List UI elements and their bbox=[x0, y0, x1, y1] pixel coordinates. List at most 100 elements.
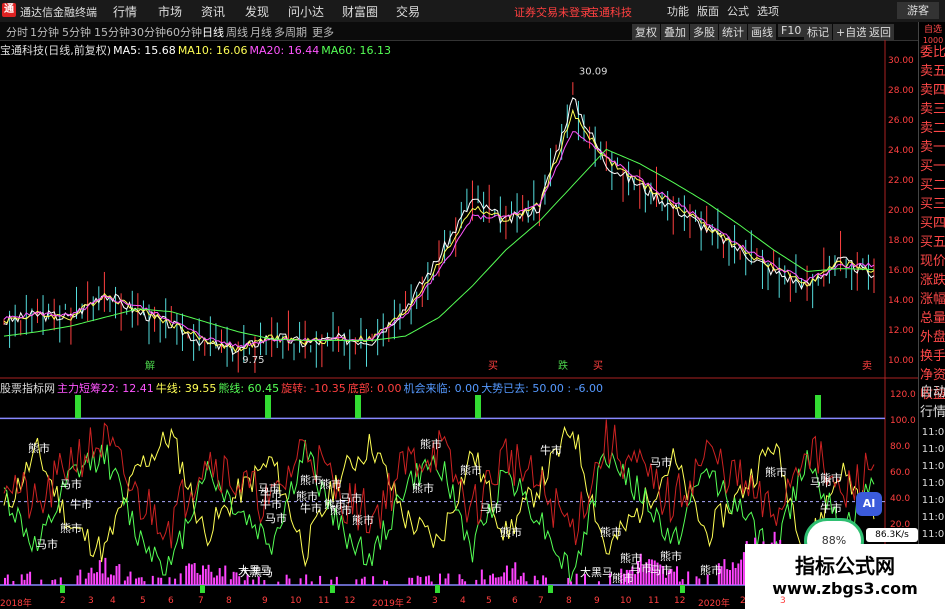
regime-label: 牛市 bbox=[260, 498, 282, 511]
sidebar-item-0[interactable]: 委比 bbox=[920, 44, 945, 61]
green-spike bbox=[355, 395, 361, 419]
sidebar-item-3[interactable]: 卖三 bbox=[920, 101, 945, 118]
regime-label: 熊市 bbox=[352, 514, 374, 527]
x-axis-label: 12 bbox=[344, 596, 356, 606]
main-y-label: 28.00 bbox=[888, 86, 914, 96]
right-menu-3[interactable]: 选项 bbox=[757, 3, 779, 19]
sidebar-time-0: 11:0 bbox=[921, 427, 945, 438]
green-bottom-spike bbox=[435, 585, 440, 593]
tool-button-2[interactable]: 多股 bbox=[690, 24, 718, 40]
sidebar-item-2[interactable]: 卖四 bbox=[920, 82, 945, 99]
main-force-bar bbox=[489, 575, 492, 585]
period-tab-5[interactable]: 60分钟 bbox=[166, 24, 202, 40]
x-axis-label: 11 bbox=[648, 596, 660, 606]
menu-item-0[interactable]: 行情 bbox=[113, 3, 137, 20]
period-tab-7[interactable]: 周线 bbox=[226, 24, 248, 40]
tool-button-7[interactable]: +自选 bbox=[833, 24, 871, 40]
sidebar-item-14[interactable]: 总量 bbox=[920, 310, 945, 327]
tool-button-8[interactable]: 返回 bbox=[866, 24, 894, 40]
period-tab-4[interactable]: 30分钟 bbox=[130, 24, 166, 40]
main-force-bar bbox=[737, 563, 740, 585]
right-menu-2[interactable]: 公式 bbox=[727, 3, 749, 19]
menu-item-1[interactable]: 市场 bbox=[158, 3, 182, 20]
tool-button-3[interactable]: 统计 bbox=[719, 24, 747, 40]
period-tab-1[interactable]: 1分钟 bbox=[30, 24, 59, 40]
period-tab-0[interactable]: 分时 bbox=[6, 24, 28, 40]
regime-label: 熊市 bbox=[460, 464, 482, 477]
main-force-bar bbox=[503, 572, 506, 585]
period-tab-3[interactable]: 15分钟 bbox=[94, 24, 130, 40]
period-tab-2[interactable]: 5分钟 bbox=[62, 24, 91, 40]
regime-label: 大黑马 bbox=[580, 566, 613, 579]
main-y-label: 12.00 bbox=[888, 326, 914, 336]
main-force-bar bbox=[199, 574, 202, 585]
signal-marker: 买 bbox=[593, 360, 603, 372]
tool-button-0[interactable]: 复权 bbox=[632, 24, 660, 40]
period-tab-6[interactable]: 日线 bbox=[202, 24, 224, 40]
green-bottom-spike bbox=[680, 585, 685, 593]
main-force-bar bbox=[285, 574, 288, 585]
main-force-bar bbox=[135, 578, 138, 585]
menu-item-6[interactable]: 交易 bbox=[396, 3, 420, 20]
regime-label: 熊市 bbox=[500, 526, 522, 539]
main-force-bar bbox=[288, 578, 291, 585]
sidebar-item-11[interactable]: 现价 bbox=[920, 253, 945, 270]
main-force-bar bbox=[118, 564, 121, 585]
main-force-bar bbox=[112, 575, 115, 585]
sidebar-item-1[interactable]: 卖五 bbox=[920, 63, 945, 80]
ai-assistant-button[interactable]: AI bbox=[856, 492, 882, 516]
sidebar-item-12[interactable]: 涨跌 bbox=[920, 272, 945, 289]
right-menu-1[interactable]: 版面 bbox=[697, 3, 719, 19]
main-force-bar bbox=[213, 577, 216, 585]
sidebar-item-16[interactable]: 换手 bbox=[920, 348, 945, 365]
sidebar-item-15[interactable]: 外盘 bbox=[920, 329, 945, 346]
sidebar-item-9[interactable]: 买四 bbox=[920, 215, 945, 232]
tool-button-6[interactable]: 标记 bbox=[804, 24, 832, 40]
menu-item-3[interactable]: 发现 bbox=[245, 3, 269, 20]
sidebar-item-13[interactable]: 涨幅 bbox=[920, 291, 945, 308]
main-force-bar bbox=[277, 581, 280, 585]
main-force-bar bbox=[494, 577, 497, 585]
watermark: 指标公式网 www.zbgs3.com bbox=[745, 544, 945, 609]
stock-name-alert[interactable]: 宝通科技 bbox=[588, 4, 632, 20]
x-axis-label: 2 bbox=[60, 596, 66, 606]
tool-button-4[interactable]: 画线 bbox=[748, 24, 776, 40]
sidebar-item-5[interactable]: 卖一 bbox=[920, 139, 945, 156]
main-force-bar bbox=[90, 567, 93, 585]
tool-button-1[interactable]: 叠加 bbox=[661, 24, 689, 40]
sidebar-item-4[interactable]: 卖二 bbox=[920, 120, 945, 137]
tool-button-5[interactable]: F10 bbox=[778, 24, 805, 37]
period-tab-9[interactable]: 多周期 bbox=[274, 24, 307, 40]
main-force-bar bbox=[84, 578, 87, 585]
sidebar-item-19[interactable]: 自动 bbox=[920, 384, 945, 401]
main-force-bar bbox=[252, 579, 255, 585]
main-force-bar bbox=[514, 562, 517, 585]
main-force-bar bbox=[335, 576, 338, 585]
main-force-bar bbox=[536, 580, 539, 585]
main-force-bar bbox=[425, 576, 428, 585]
x-axis-label: 11 bbox=[318, 596, 330, 606]
period-tab-8[interactable]: 月线 bbox=[250, 24, 272, 40]
main-force-bar bbox=[386, 580, 389, 585]
menu-item-4[interactable]: 问小达 bbox=[288, 3, 324, 20]
app-title: 通达信金融终端 bbox=[20, 6, 97, 19]
sidebar-item-7[interactable]: 买二 bbox=[920, 177, 945, 194]
sidebar-item-10[interactable]: 买五 bbox=[920, 234, 945, 251]
sidebar-item-6[interactable]: 买一 bbox=[920, 158, 945, 175]
sidebar-item-8[interactable]: 买三 bbox=[920, 196, 945, 213]
main-force-bar bbox=[196, 572, 199, 585]
guest-button[interactable]: 游客 bbox=[897, 2, 939, 19]
main-y-label: 30.00 bbox=[888, 56, 914, 66]
main-force-bar bbox=[597, 581, 600, 585]
sidebar-time-4: 11:0 bbox=[921, 495, 945, 506]
right-menu-0[interactable]: 功能 bbox=[667, 3, 689, 19]
main-force-bar bbox=[126, 576, 129, 585]
sidebar-item-20[interactable]: 行情 bbox=[920, 404, 945, 421]
menu-item-2[interactable]: 资讯 bbox=[201, 3, 225, 20]
period-tab-10[interactable]: 更多 bbox=[312, 24, 334, 40]
main-y-label: 22.00 bbox=[888, 176, 914, 186]
login-alert[interactable]: 证券交易未登录 bbox=[514, 4, 591, 20]
menu-item-5[interactable]: 财富圈 bbox=[342, 3, 378, 20]
stock-chart[interactable]: 30.09 9.75 解 买 跌 买 卖 bbox=[0, 40, 918, 596]
sidebar-item-17[interactable]: 净资 bbox=[920, 367, 945, 384]
